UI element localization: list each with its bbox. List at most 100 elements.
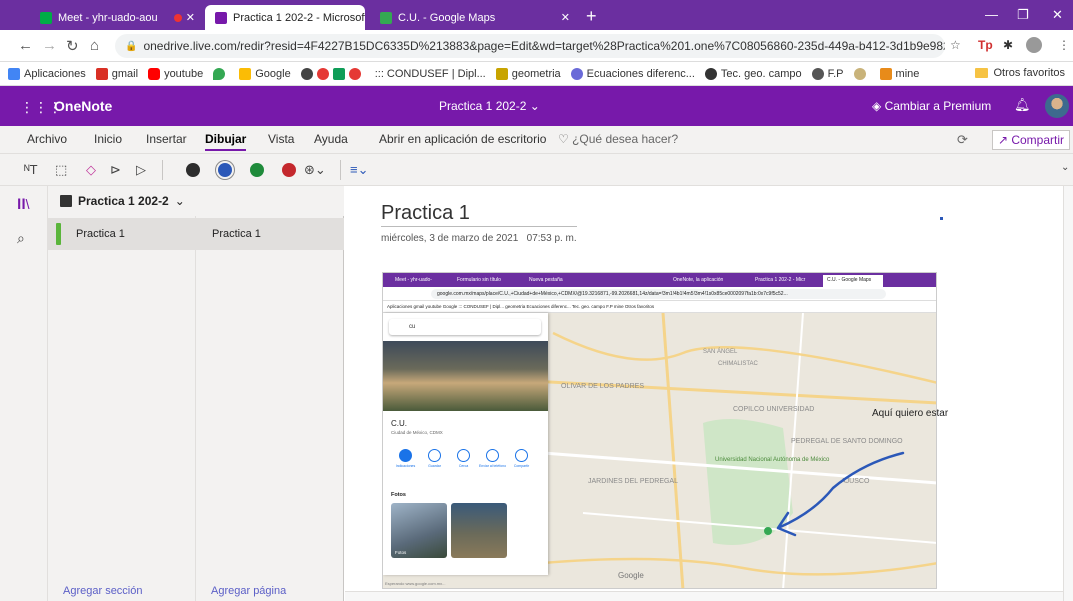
- embedded-screenshot[interactable]: Meet - yhr-uado- Formulario sin título N…: [382, 272, 937, 589]
- bookmark-youtube[interactable]: youtube: [148, 67, 203, 80]
- pen-green[interactable]: [250, 163, 264, 177]
- browser-tab-maps[interactable]: C.U. - Google Maps ✕: [370, 5, 580, 30]
- maps-place-panel: cu C.U. Ciudad de México, CDMX Indicacio…: [383, 313, 548, 575]
- profile-avatar[interactable]: [1026, 37, 1042, 53]
- close-window-icon[interactable]: ✕: [1052, 7, 1063, 23]
- photo-thumbnail: [451, 503, 507, 558]
- sync-icon[interactable]: ⟳: [957, 132, 968, 148]
- nearby-button: Cerca: [449, 449, 478, 468]
- section-item-practica-1[interactable]: Practica 1: [76, 228, 125, 240]
- document-title[interactable]: Practica 1 202-2 ⌄: [439, 99, 540, 113]
- bookmark-fp[interactable]: F.P: [811, 67, 844, 80]
- title-underline: [381, 226, 577, 227]
- address-bar-row: ← → ↻ ⌂ 🔒 onedrive.live.com/redir?resid=…: [0, 30, 1073, 62]
- search-icon[interactable]: ⌕: [17, 230, 25, 247]
- toolbar-separator: [340, 160, 341, 180]
- bookmark-apps[interactable]: Aplicaciones: [8, 67, 86, 80]
- tab-insertar[interactable]: Insertar: [146, 132, 187, 146]
- bookmark-maps-pin[interactable]: [213, 67, 229, 80]
- ecuaciones-icon: [570, 67, 583, 80]
- photos-heading: Fotos: [391, 492, 406, 498]
- bookmark-condusef[interactable]: ::: CONDUSEF | Dipl...: [375, 68, 486, 80]
- bookmark-other[interactable]: Otros favoritos: [975, 67, 1065, 79]
- map-label: Universidad Nacional Autónoma de México: [715, 457, 830, 463]
- bookmark-mine[interactable]: mine: [879, 67, 919, 80]
- share-button[interactable]: ↗ Compartir: [992, 130, 1070, 150]
- map-label: JARDINES DEL PEDREGAL: [588, 478, 678, 485]
- vertical-scrollbar[interactable]: [1063, 186, 1073, 601]
- bookmark-gmail[interactable]: gmail: [95, 67, 138, 80]
- place-subtitle: Ciudad de México, CDMX: [391, 430, 443, 435]
- embedded-addressbar: google.com.mx/maps/place/C.U.,+Ciudad+de…: [383, 287, 936, 301]
- fp-icon: [811, 67, 824, 80]
- add-page-link[interactable]: Agregar página: [211, 585, 286, 597]
- url-input[interactable]: 🔒 onedrive.live.com/redir?resid=4F4227B1…: [115, 34, 945, 58]
- bookmark-icon: [428, 449, 441, 462]
- ink-to-text-icon[interactable]: ᴺT: [24, 162, 38, 177]
- bookmark-google[interactable]: Google: [239, 67, 291, 80]
- extensions-icon[interactable]: ✱: [1003, 38, 1013, 52]
- select-icon[interactable]: ⬚: [55, 162, 67, 178]
- selected-section-row: Practica 1 Practica 1: [48, 218, 344, 250]
- save-button: Guardar: [420, 449, 449, 468]
- horizontal-scrollbar[interactable]: [345, 591, 1063, 601]
- notebook-selector[interactable]: Practica 1 202-2 ⌄: [48, 186, 344, 216]
- tab-archivo[interactable]: Archivo: [27, 132, 67, 146]
- tab-dibujar[interactable]: Dibujar: [205, 132, 247, 151]
- map-label: OLIVAR DE LOS PADRES: [561, 383, 644, 390]
- close-tab-icon[interactable]: ✕: [186, 11, 195, 24]
- new-tab-button[interactable]: +: [586, 6, 597, 27]
- tab-inicio[interactable]: Inicio: [94, 132, 122, 146]
- maximize-icon[interactable]: ❐: [1017, 7, 1029, 23]
- pen-red[interactable]: [282, 163, 296, 177]
- forward-icon[interactable]: →: [42, 37, 57, 54]
- lasso-icon[interactable]: ⊳: [110, 162, 121, 178]
- minimize-icon[interactable]: —: [985, 7, 998, 22]
- page-title[interactable]: Practica 1: [381, 202, 470, 225]
- star-icon[interactable]: ☆: [950, 38, 961, 52]
- map-label: SAN ÁNGEL: [703, 348, 738, 355]
- browser-tabstrip: Meet - yhr-uado-aou ✕ Practica 1 202-2 -…: [0, 0, 1073, 30]
- tell-me-search[interactable]: ♡ ¿Qué desea hacer?: [558, 132, 678, 146]
- shapes-dropdown-icon[interactable]: ⊛⌄: [304, 162, 326, 178]
- app-name[interactable]: OneNote: [54, 98, 112, 114]
- pan-icon[interactable]: ▷: [136, 162, 146, 178]
- premium-button[interactable]: ◈ Cambiar a Premium: [872, 99, 991, 113]
- bookmark-geometria[interactable]: geometria: [495, 67, 561, 80]
- annotation-text[interactable]: Aquí quiero estar: [872, 408, 948, 419]
- menu-icon[interactable]: ⋮: [1058, 38, 1070, 52]
- section-color-tab: [56, 223, 61, 245]
- close-tab-icon[interactable]: ✕: [553, 11, 570, 24]
- bookmark-tec-geo[interactable]: Tec. geo. campo: [704, 67, 802, 80]
- embedded-tab: Formulario sin título: [457, 277, 501, 283]
- collapse-ribbon-icon[interactable]: ⌄: [1061, 162, 1069, 173]
- tab-ayuda[interactable]: Ayuda: [314, 132, 348, 146]
- user-avatar[interactable]: [1045, 94, 1069, 118]
- send-to-phone-button: Enviar al teléfono: [478, 449, 507, 468]
- browser-tab-meet[interactable]: Meet - yhr-uado-aou ✕: [30, 5, 205, 30]
- home-icon[interactable]: ⌂: [90, 37, 99, 54]
- geometria-icon: [495, 67, 508, 80]
- back-icon[interactable]: ←: [18, 37, 33, 54]
- open-desktop-button[interactable]: Abrir en aplicación de escritorio: [379, 132, 546, 146]
- eraser-icon[interactable]: ◇: [86, 162, 96, 178]
- tp-extension-icon[interactable]: Tp: [978, 38, 993, 52]
- browser-tab-onenote[interactable]: Practica 1 202-2 - Microsoft One ✕: [205, 5, 365, 30]
- bookmark-dark-icon: [300, 67, 313, 80]
- page-item-practica-1[interactable]: Practica 1: [212, 228, 261, 240]
- nav-rail: 𝐈𝐈\ ⌕: [0, 186, 48, 601]
- notifications-icon[interactable]: 🔔︎: [1014, 97, 1031, 113]
- embedded-tab: Practica 1 202-2 - Micr: [755, 277, 806, 283]
- gmail-icon: [95, 67, 108, 80]
- pen-blue[interactable]: [218, 163, 232, 177]
- bookmark-cloud[interactable]: [853, 67, 870, 80]
- bookmark-ecuaciones[interactable]: Ecuaciones diferenc...: [570, 67, 695, 80]
- pen-black[interactable]: [186, 163, 200, 177]
- line-weight-dropdown-icon[interactable]: ≡⌄: [350, 162, 368, 178]
- notebooks-icon[interactable]: 𝐈𝐈\: [17, 196, 30, 213]
- tab-vista[interactable]: Vista: [268, 132, 294, 146]
- reload-icon[interactable]: ↻: [66, 37, 79, 55]
- maps-pin-icon: [213, 67, 226, 80]
- bookmark-icons[interactable]: [300, 67, 365, 80]
- add-section-link[interactable]: Agregar sección: [63, 585, 143, 597]
